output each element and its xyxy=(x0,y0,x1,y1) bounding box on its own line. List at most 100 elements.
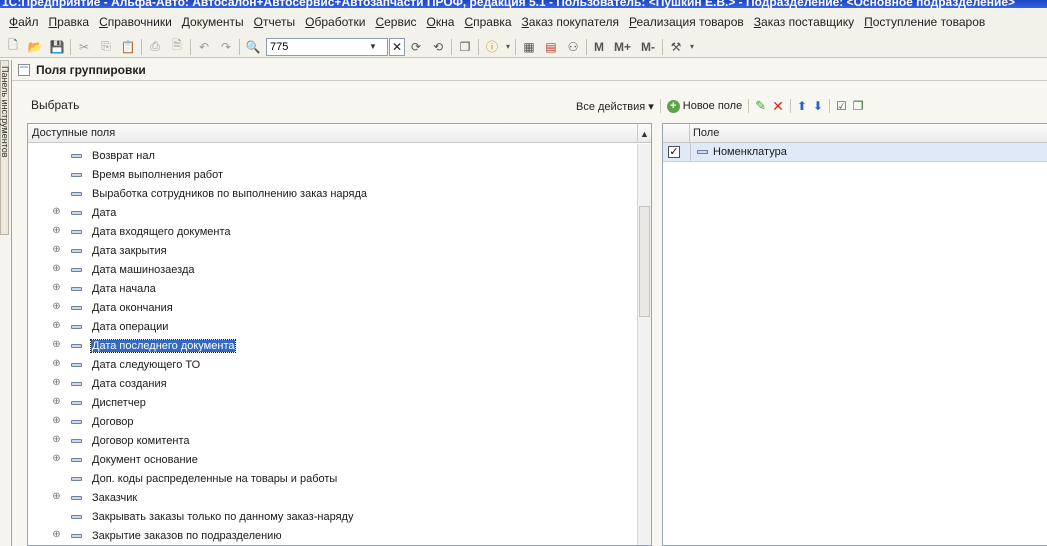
menu-item[interactable]: Заказ поставщику xyxy=(749,15,859,29)
calendar-icon[interactable]: ▤ xyxy=(540,37,562,57)
check-all-icon[interactable]: ☑ xyxy=(833,99,850,113)
chevron-down-icon[interactable]: ▾ xyxy=(503,37,513,57)
expand-icon[interactable]: ⊕ xyxy=(51,397,62,408)
left-side-tab[interactable]: Панель инструментов xyxy=(0,60,10,235)
list-item[interactable]: Время выполнения работ xyxy=(28,165,636,184)
row-checkbox[interactable]: ✓ xyxy=(668,146,680,158)
users-icon[interactable]: ⚇ xyxy=(562,37,584,57)
calculator-icon[interactable]: ▦ xyxy=(518,37,540,57)
list-item[interactable]: Возврат нал xyxy=(28,146,636,165)
actions-toolbar: Все действия ▾ + Новое поле ✎ ✕ ⬆ ⬇ ☑ ❐ xyxy=(573,96,867,116)
choose-button[interactable]: Выбрать xyxy=(31,98,79,112)
menu-item[interactable]: Справка xyxy=(459,15,516,29)
memory-minus-button[interactable]: M- xyxy=(636,40,660,54)
uncheck-all-icon[interactable]: ❐ xyxy=(850,99,867,113)
list-item[interactable]: ⊕ Дата окончания xyxy=(28,298,636,317)
info-icon[interactable]: ⓘ xyxy=(481,37,503,57)
list-item[interactable]: ⊕ Диспетчер xyxy=(28,393,636,412)
table-row[interactable]: ✓ Номенклатура xyxy=(663,143,1047,162)
scrollbar-thumb[interactable] xyxy=(639,206,650,317)
list-item-label: Дата начала xyxy=(92,282,156,295)
window-icon xyxy=(18,64,30,76)
expand-icon[interactable]: ⊕ xyxy=(51,454,62,465)
expand-icon[interactable]: ⊕ xyxy=(51,283,62,294)
list-item[interactable]: ⊕ Дата последнего документа xyxy=(28,336,636,355)
expand-icon[interactable]: ⊕ xyxy=(51,340,62,351)
move-up-icon[interactable]: ⬆ xyxy=(794,99,810,113)
dropdown-arrow-icon[interactable]: ▼ xyxy=(367,42,379,51)
memory-plus-button[interactable]: M+ xyxy=(609,40,636,54)
clear-search-button[interactable]: ✕ xyxy=(389,37,405,56)
scroll-up-arrow-icon[interactable]: ▲ xyxy=(637,124,651,143)
find-previous-icon[interactable]: ⟲ xyxy=(427,37,449,57)
expand-icon[interactable]: ⊕ xyxy=(51,378,62,389)
menu-item[interactable]: Обработки xyxy=(300,15,370,29)
move-down-icon[interactable]: ⬇ xyxy=(810,99,826,113)
expand-icon[interactable]: ⊕ xyxy=(51,302,62,313)
menu-item[interactable]: Справочники xyxy=(94,15,177,29)
list-item[interactable]: ⊕ Дата следующего ТО xyxy=(28,355,636,374)
new-document-icon[interactable]: 🗋 xyxy=(2,37,24,57)
expand-icon[interactable]: ⊕ xyxy=(51,207,62,218)
list-item[interactable]: Доп. коды распределенные на товары и раб… xyxy=(28,469,636,488)
menu-item[interactable]: Документы xyxy=(177,15,249,29)
chevron-down-icon[interactable]: ▾ xyxy=(687,37,697,57)
toolbar-separator xyxy=(748,99,750,113)
edit-icon[interactable]: ✎ xyxy=(752,98,769,114)
delete-icon[interactable]: ✕ xyxy=(769,98,787,115)
list-item[interactable]: ⊕ Заказчик xyxy=(28,488,636,507)
expand-icon[interactable]: ⊕ xyxy=(51,359,62,370)
expand-icon[interactable]: ⊕ xyxy=(51,321,62,332)
all-actions-menu[interactable]: Все действия ▾ xyxy=(573,100,657,113)
list-item[interactable]: ⊕ Дата операции xyxy=(28,317,636,336)
list-item[interactable]: ⊕ Договор xyxy=(28,412,636,431)
menu-item[interactable]: Окна xyxy=(422,15,460,29)
expand-icon[interactable]: ⊕ xyxy=(51,264,62,275)
menu-item[interactable]: Правка xyxy=(44,15,95,29)
memory-button[interactable]: M xyxy=(589,40,609,54)
list-item[interactable]: ⊕ Дата начала xyxy=(28,279,636,298)
redo-icon[interactable]: ↷ xyxy=(215,37,237,57)
list-item[interactable]: ⊕ Дата xyxy=(28,203,636,222)
list-item[interactable]: ⊕ Дата закрытия xyxy=(28,241,636,260)
undo-icon[interactable]: ↶ xyxy=(193,37,215,57)
windows-icon[interactable]: ❐ xyxy=(454,37,476,57)
list-item[interactable]: Выработка сотрудников по выполнению зака… xyxy=(28,184,636,203)
list-item[interactable]: ⊕ Дата машинозаезда xyxy=(28,260,636,279)
menu-item[interactable]: Реализация товаров xyxy=(624,15,749,29)
vertical-scrollbar[interactable] xyxy=(637,144,651,545)
find-next-icon[interactable]: ⟳ xyxy=(405,37,427,57)
new-field-button[interactable]: + Новое поле xyxy=(664,99,745,113)
cut-icon[interactable]: ✂ xyxy=(73,37,95,57)
search-field[interactable]: ▼ xyxy=(266,37,388,56)
paste-icon[interactable]: 📋 xyxy=(117,37,139,57)
expand-icon[interactable]: ⊕ xyxy=(51,530,62,541)
expand-icon[interactable]: ⊕ xyxy=(51,226,62,237)
available-fields-header-label: Доступные поля xyxy=(32,127,116,139)
menu-item[interactable]: Поступление товаров xyxy=(859,15,990,29)
menu-item[interactable]: Заказ покупателя xyxy=(517,15,624,29)
list-item[interactable]: ⊕ Договор комитента xyxy=(28,431,636,450)
print-preview-icon[interactable]: 🗎 xyxy=(166,37,188,57)
list-item[interactable]: ⊕ Дата входящего документа xyxy=(28,222,636,241)
list-item[interactable]: ⊕ Дата создания xyxy=(28,374,636,393)
menu-item[interactable]: Файл xyxy=(4,15,44,29)
expand-icon[interactable]: ⊕ xyxy=(51,435,62,446)
save-icon[interactable]: 💾 xyxy=(46,37,68,57)
expand-icon[interactable]: ⊕ xyxy=(51,245,62,256)
list-item[interactable]: Закрывать заказы только по данному заказ… xyxy=(28,507,636,526)
list-item[interactable]: ⊕ Закрытие заказов по подразделению xyxy=(28,526,636,545)
tools-icon[interactable]: ⚒ xyxy=(665,37,687,57)
copy-icon[interactable]: ⎘ xyxy=(95,37,117,57)
list-item-label: Дата создания xyxy=(92,377,167,390)
main-toolbar: 🗋 📂 💾 ✂ ⎘ 📋 ⎙ 🗎 ↶ ↷ 🔍 ▼ ✕ ⟳ ⟲ ❐ ⓘ ▾ ▦ ▤ … xyxy=(0,36,1047,58)
open-folder-icon[interactable]: 📂 xyxy=(24,37,46,57)
print-icon[interactable]: ⎙ xyxy=(144,37,166,57)
expand-icon[interactable]: ⊕ xyxy=(51,492,62,503)
expand-icon[interactable]: ⊕ xyxy=(51,416,62,427)
menu-item[interactable]: Сервис xyxy=(370,15,421,29)
list-item[interactable]: ⊕ Документ основание xyxy=(28,450,636,469)
search-input[interactable] xyxy=(267,38,367,55)
search-icon[interactable]: 🔍 xyxy=(242,37,264,57)
menu-item[interactable]: Отчеты xyxy=(249,15,301,29)
